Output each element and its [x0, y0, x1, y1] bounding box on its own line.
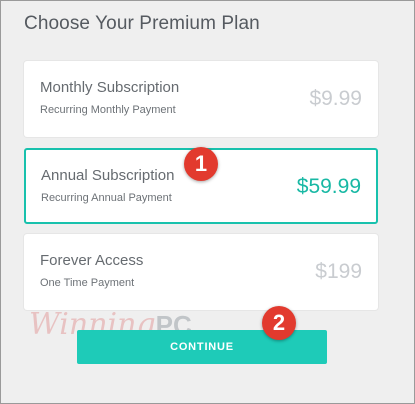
step-badge-1: 1 — [184, 147, 218, 181]
page-title: Choose Your Premium Plan — [24, 13, 260, 34]
plan-subtitle: Recurring Annual Payment — [41, 192, 172, 204]
plan-name: Annual Subscription — [41, 167, 175, 184]
plan-name: Monthly Subscription — [40, 79, 180, 96]
plan-subtitle: One Time Payment — [40, 277, 135, 289]
step-badge-2: 2 — [262, 306, 296, 340]
plan-price: $59.99 — [296, 175, 361, 198]
plan-price: $199 — [315, 260, 362, 283]
plan-card-forever[interactable]: Forever Access One Time Payment $199 — [24, 234, 378, 310]
plan-price: $9.99 — [309, 87, 362, 110]
plan-dialog: Choose Your Premium Plan Monthly Subscri… — [0, 0, 415, 404]
plan-name: Forever Access — [40, 252, 144, 269]
plan-card-monthly[interactable]: Monthly Subscription Recurring Monthly P… — [24, 61, 378, 137]
plan-subtitle: Recurring Monthly Payment — [40, 104, 176, 116]
